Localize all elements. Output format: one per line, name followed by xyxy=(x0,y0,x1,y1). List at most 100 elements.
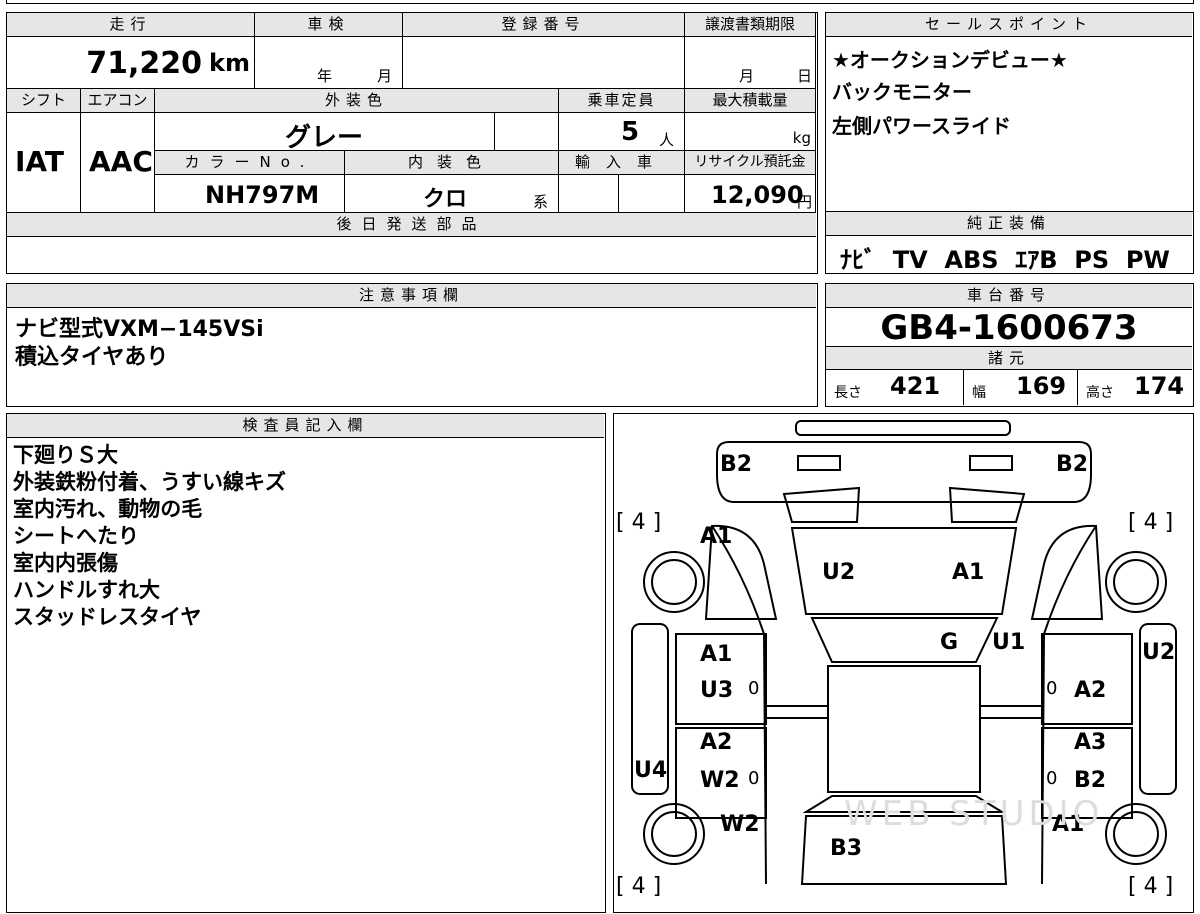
exterior-color-cell: グレー xyxy=(155,113,495,151)
width-label: 幅 xyxy=(972,385,986,401)
label-tire-rl: [ 4 ] xyxy=(616,874,662,899)
watermark: WEB STUDIO xyxy=(844,794,1104,834)
genuine-equipment-box: 純正装備 ﾅﾋﾞ TV ABS ｴｱB PS PW xyxy=(825,211,1194,274)
shift-header: シフト xyxy=(7,89,81,113)
color-no-value: NH797M xyxy=(205,181,320,209)
vehicle-info-grid: 走行 車検 登録番号 譲渡書類期限 71,220 km 年 月 月 日 シフト … xyxy=(6,12,818,274)
capacity-header: 乗車定員 xyxy=(559,89,685,113)
label-b3-rear: B3 xyxy=(830,836,863,861)
interior-color-header: 内装色 xyxy=(345,151,559,175)
exterior-color-value: グレー xyxy=(285,123,364,151)
label-b2-right-rear: B2 xyxy=(1074,768,1107,793)
recycle-value: 12,090 xyxy=(711,181,804,209)
label-zero-4: 0 xyxy=(1046,768,1058,789)
fog-light-left xyxy=(797,455,841,471)
b-pillar-right xyxy=(980,705,1042,719)
width-cell: 幅 169 xyxy=(964,370,1078,405)
later-parts-header: 後日発送部品 xyxy=(7,213,816,237)
mileage-cell: 71,220 km xyxy=(7,37,255,89)
length-value: 421 xyxy=(890,372,941,400)
headlight-right xyxy=(948,486,1026,523)
label-u1-pillar: U1 xyxy=(992,630,1026,655)
label-w2-left-quarter: W2 xyxy=(720,812,760,837)
max-load-unit: kg xyxy=(792,129,811,147)
wheel-front-right-inner xyxy=(1113,559,1159,605)
label-tire-fr: [ 4 ] xyxy=(1128,510,1174,535)
deadline-month: 月 xyxy=(739,67,755,85)
notes-box: 注意事項欄 ナビ型式VXM−145VSi 積込タイヤあり xyxy=(6,283,818,407)
interior-color-cell: クロ 系 xyxy=(345,175,559,213)
inspector-note-6: ハンドルすれ大 xyxy=(13,578,160,602)
note-1: ナビ型式VXM−145VSi xyxy=(15,317,264,342)
label-a1-left-door: A1 xyxy=(700,642,733,667)
windshield xyxy=(810,617,999,663)
exterior-color-extra xyxy=(495,113,559,151)
interior-color-suffix: 系 xyxy=(533,193,549,211)
sales-points-header: セールスポイント xyxy=(826,13,1192,37)
inspector-note-5: 室内内張傷 xyxy=(13,551,118,575)
deadline-day: 日 xyxy=(797,67,813,85)
shaken-header: 車検 xyxy=(255,13,403,37)
recycle-cell: 12,090 円 xyxy=(685,175,816,213)
inspector-note-1: 下廻りＳ大 xyxy=(13,443,118,467)
label-zero-2: 0 xyxy=(1046,678,1058,699)
shift-cell: IAT xyxy=(7,113,81,213)
wheel-front-left-inner xyxy=(651,559,697,605)
sales-point-2: バックモニター xyxy=(832,80,972,104)
inspector-note-3: 室内汚れ、動物の毛 xyxy=(13,497,203,521)
aircon-header: エアコン xyxy=(81,89,155,113)
import-cell-a xyxy=(559,175,619,213)
label-a3-right-rear: A3 xyxy=(1074,730,1107,755)
label-a2-right-door: A2 xyxy=(1074,678,1107,703)
inspector-header: 検査員記入欄 xyxy=(7,414,604,438)
width-value: 169 xyxy=(1016,372,1067,400)
exterior-color-header: 外装色 xyxy=(155,89,559,113)
color-no-header: カラーNo. xyxy=(155,151,345,175)
genuine-equipment-header: 純正装備 xyxy=(826,212,1192,236)
mileage-header: 走行 xyxy=(7,13,255,37)
deadline-cell: 月 日 xyxy=(685,37,816,89)
aircon-cell: AAC xyxy=(81,113,155,213)
front-bumper-slot xyxy=(795,420,1011,436)
inspector-box: 検査員記入欄 下廻りＳ大 外装鉄粉付着、うすい線キズ 室内汚れ、動物の毛 シート… xyxy=(6,413,606,913)
label-zero-1: 0 xyxy=(748,678,760,699)
height-value: 174 xyxy=(1134,372,1185,400)
top-strip xyxy=(6,0,1194,4)
chassis-box: 車台番号 GB4-1600673 諸元 長さ 421 幅 169 高さ 174 xyxy=(825,283,1194,407)
wheel-rear-left-inner xyxy=(651,811,697,857)
inspector-note-4: シートへたり xyxy=(13,524,139,548)
label-a1-front-left: A1 xyxy=(700,524,733,549)
label-u2-hood: U2 xyxy=(822,560,856,585)
label-b2-left: B2 xyxy=(720,452,753,477)
inspector-note-7: スタッドレスタイヤ xyxy=(13,605,202,629)
chassis-value: GB4-1600673 xyxy=(880,308,1138,348)
shift-value: IAT xyxy=(15,145,65,178)
roof xyxy=(827,665,981,793)
mileage-unit: km xyxy=(209,49,250,77)
mileage-value: 71,220 xyxy=(86,46,202,81)
import-cell-b xyxy=(619,175,685,213)
label-u4-left-sill: U4 xyxy=(634,758,668,783)
chassis-header: 車台番号 xyxy=(826,284,1192,308)
sales-point-3: 左側パワースライド xyxy=(832,114,1011,138)
note-2: 積込タイヤあり xyxy=(15,345,169,370)
right-front-fender xyxy=(1030,524,1104,620)
shaken-cell: 年 月 xyxy=(255,37,403,89)
shaken-month: 月 xyxy=(377,67,393,85)
height-label: 高さ xyxy=(1086,385,1114,401)
genuine-equipment-value: ﾅﾋﾞ TV ABS ｴｱB PS PW xyxy=(840,246,1170,274)
label-tire-fl: [ 4 ] xyxy=(616,510,662,535)
damage-diagram: B2 B2 [ 4 ] [ 4 ] A1 U2 A1 G U1 U2 A1 U3… xyxy=(613,413,1194,913)
label-b2-right: B2 xyxy=(1056,452,1089,477)
sales-points-box: セールスポイント ★オークションデビュー★ バックモニター 左側パワースライド xyxy=(825,12,1194,212)
label-g-glass: G xyxy=(940,630,959,655)
b-pillar-left xyxy=(766,705,828,719)
front-bumper xyxy=(716,441,1092,503)
recycle-header: リサイクル預託金 xyxy=(685,151,816,175)
height-cell: 高さ 174 xyxy=(1078,370,1192,405)
label-a2-left-rear: A2 xyxy=(700,730,733,755)
deadline-header: 譲渡書類期限 xyxy=(685,13,816,37)
label-w2-left-rear: W2 xyxy=(700,768,740,793)
capacity-value: 5 xyxy=(621,117,640,147)
registration-header: 登録番号 xyxy=(403,13,685,37)
